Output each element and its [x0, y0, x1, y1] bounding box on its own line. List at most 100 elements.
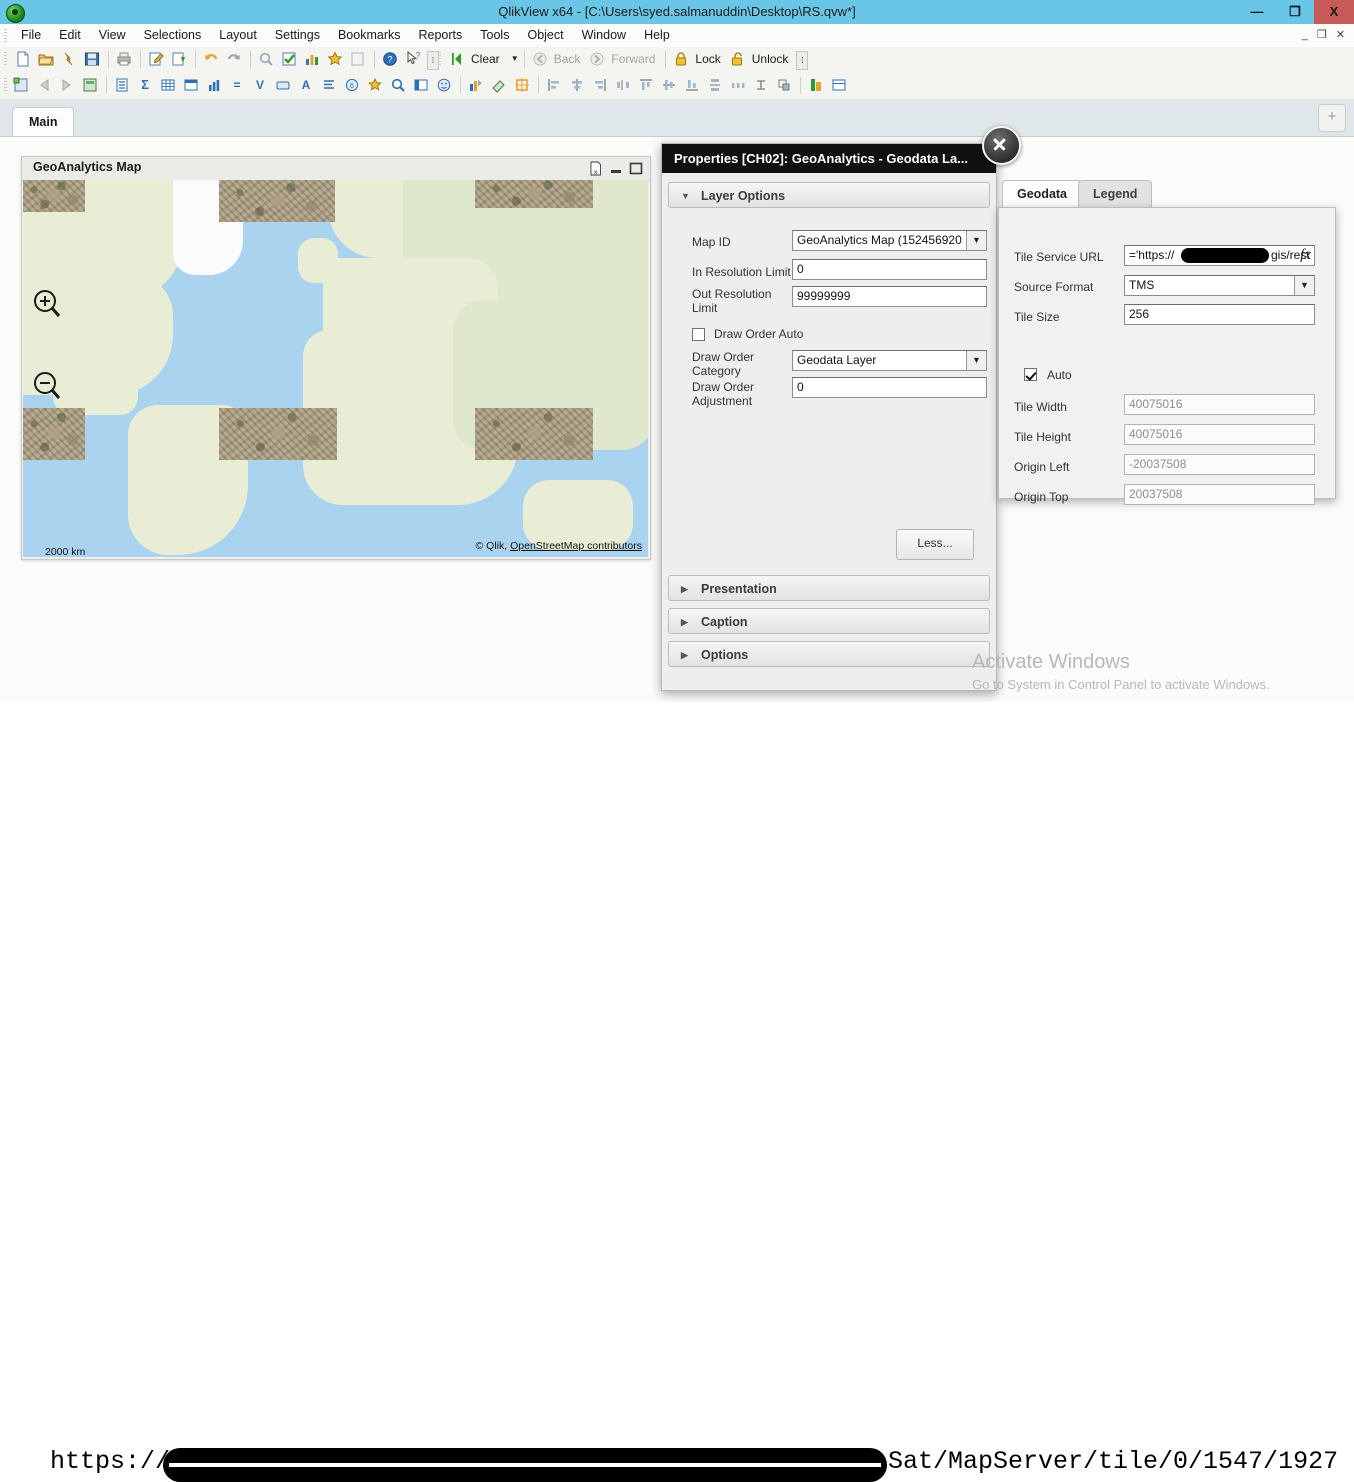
section-layer-options[interactable]: ▼ Layer Options	[668, 182, 990, 208]
back-button[interactable]	[530, 49, 551, 70]
text-object-button[interactable]: A	[296, 75, 317, 96]
tile-height-input[interactable]: 40075016	[1124, 424, 1315, 445]
menu-item-help[interactable]: Help	[635, 24, 679, 47]
reduce-data-button[interactable]	[169, 49, 190, 70]
align-bottom-button[interactable]	[682, 75, 703, 96]
sheet-back-button[interactable]	[34, 75, 55, 96]
map-id-select[interactable]: GeoAnalytics Map (152456920 ▼	[792, 230, 987, 251]
sheet-properties-button[interactable]	[80, 75, 101, 96]
clear-dropdown-button[interactable]: ▼	[507, 49, 519, 70]
undo-button[interactable]	[201, 49, 222, 70]
menu-item-settings[interactable]: Settings	[266, 24, 329, 47]
distribute-horizontal-button[interactable]	[613, 75, 634, 96]
menu-item-window[interactable]: Window	[573, 24, 635, 47]
menu-item-selections[interactable]: Selections	[135, 24, 211, 47]
align-middle-button[interactable]	[659, 75, 680, 96]
server-object-button[interactable]	[829, 75, 850, 96]
menu-item-file[interactable]: File	[12, 24, 50, 47]
context-help-button[interactable]: ?	[403, 49, 424, 70]
less-button[interactable]: Less...	[896, 529, 974, 560]
current-selections-button[interactable]	[279, 49, 300, 70]
list-box-button[interactable]	[112, 75, 133, 96]
minimize-icon[interactable]	[608, 161, 624, 176]
align-center-button[interactable]	[567, 75, 588, 96]
clear-label[interactable]: Clear	[471, 49, 504, 70]
draw-order-adjustment-input[interactable]: 0	[792, 377, 987, 398]
grid-snap-button[interactable]	[512, 75, 533, 96]
zoom-in-icon[interactable]	[31, 288, 65, 322]
expression-fx-icon[interactable]: fx	[1300, 247, 1311, 264]
custom-object-button[interactable]	[434, 75, 455, 96]
clear-format-button[interactable]	[489, 75, 510, 96]
distribute-vertical-button[interactable]	[705, 75, 726, 96]
in-resolution-limit-input[interactable]: 0	[792, 259, 987, 280]
favorites-button[interactable]	[325, 49, 346, 70]
clear-selections-icon[interactable]: x	[588, 161, 604, 176]
source-format-select[interactable]: TMS ▼	[1124, 275, 1315, 296]
map-viewport[interactable]: 2000 km © Qlik, OpenStreetMap contributo…	[23, 180, 648, 557]
chart-button[interactable]	[204, 75, 225, 96]
forward-label[interactable]: Forward	[611, 49, 659, 70]
input-box-button[interactable]: =	[227, 75, 248, 96]
redo-button[interactable]	[224, 49, 245, 70]
chart-properties-button[interactable]	[466, 75, 487, 96]
chevron-down-icon[interactable]: ▼	[966, 231, 986, 250]
section-caption[interactable]: ▶ Caption	[668, 608, 990, 634]
menu-item-view[interactable]: View	[90, 24, 135, 47]
search-button[interactable]	[256, 49, 277, 70]
section-presentation[interactable]: ▶ Presentation	[668, 575, 990, 601]
new-sheet-button[interactable]	[11, 75, 32, 96]
menu-item-tools[interactable]: Tools	[471, 24, 518, 47]
menu-item-object[interactable]: Object	[518, 24, 572, 47]
lock-button[interactable]	[671, 49, 692, 70]
toolbar-grip-2[interactable]	[438, 52, 441, 67]
unlock-button[interactable]	[728, 49, 749, 70]
menu-item-layout[interactable]: Layout	[210, 24, 266, 47]
chevron-down-icon[interactable]: ▼	[1294, 276, 1314, 295]
lock-label[interactable]: Lock	[695, 49, 724, 70]
tile-size-input[interactable]: 256	[1124, 304, 1315, 325]
clear-selections-button[interactable]	[447, 49, 468, 70]
back-label[interactable]: Back	[554, 49, 585, 70]
chevron-down-icon[interactable]: ▼	[966, 351, 986, 370]
menu-item-reports[interactable]: Reports	[410, 24, 472, 47]
edit-script-button[interactable]	[146, 49, 167, 70]
save-button[interactable]	[82, 49, 103, 70]
unlock-label[interactable]: Unlock	[752, 49, 793, 70]
slider-calendar-button[interactable]: 6	[342, 75, 363, 96]
tab-geodata[interactable]: Geodata	[1002, 180, 1083, 209]
toolbar-grip-1[interactable]	[4, 52, 7, 67]
draw-order-auto-checkbox[interactable]	[692, 328, 705, 341]
forward-button[interactable]	[587, 49, 608, 70]
tab-legend[interactable]: Legend	[1078, 180, 1153, 209]
document-window-controls[interactable]: _ ❐ ✕	[1302, 28, 1348, 41]
align-top-button[interactable]	[636, 75, 657, 96]
close-icon[interactable]	[982, 126, 1021, 165]
zoom-out-icon[interactable]	[31, 370, 65, 404]
tile-width-input[interactable]: 40075016	[1124, 394, 1315, 415]
geoanalytics-map-object[interactable]: GeoAnalytics Map x 2000 km © Qlik, OpenS…	[21, 156, 651, 560]
help-button[interactable]: ?	[380, 49, 401, 70]
nav-toolbar-overflow-button[interactable]: ⁞	[796, 51, 809, 70]
menu-item-edit[interactable]: Edit	[50, 24, 90, 47]
add-sheet-button[interactable]: +	[1318, 104, 1346, 132]
new-document-button[interactable]	[13, 49, 34, 70]
space-vertical-button[interactable]	[751, 75, 772, 96]
sheet-tab-main[interactable]: Main	[12, 107, 75, 137]
multi-box-button[interactable]	[158, 75, 179, 96]
design-grid-button[interactable]	[348, 49, 369, 70]
container-button[interactable]	[411, 75, 432, 96]
menu-grip-handle[interactable]	[4, 29, 7, 42]
line-arrow-button[interactable]	[319, 75, 340, 96]
current-selections-box-button[interactable]: V	[250, 75, 271, 96]
chart-wizard-button[interactable]	[302, 49, 323, 70]
origin-left-input[interactable]: -20037508	[1124, 454, 1315, 475]
align-left-button[interactable]	[544, 75, 565, 96]
menu-item-bookmarks[interactable]: Bookmarks	[329, 24, 410, 47]
align-right-button[interactable]	[590, 75, 611, 96]
properties-dialog[interactable]: Properties [CH02]: GeoAnalytics - Geodat…	[661, 143, 997, 691]
tile-service-url-input[interactable]: ='https://gis/rest fx	[1124, 245, 1315, 266]
draw-order-category-select[interactable]: Geodata Layer ▼	[792, 350, 987, 371]
maximize-button[interactable]: ❐	[1276, 0, 1314, 24]
button-object-button[interactable]	[273, 75, 294, 96]
